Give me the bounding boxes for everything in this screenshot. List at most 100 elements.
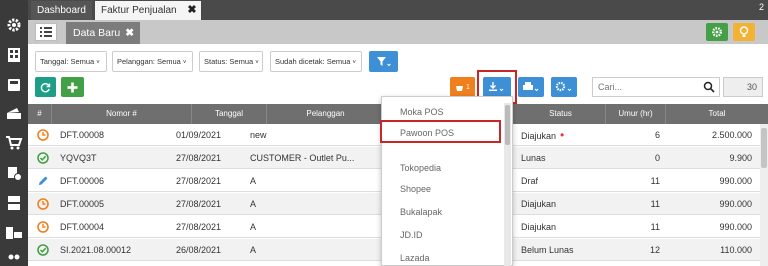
cell-status: Belum Lunas	[521, 245, 574, 255]
cell-total: 2.500.000	[711, 130, 752, 140]
filter-status-label: Status: Semua	[204, 57, 254, 66]
plus-icon	[67, 82, 78, 92]
cell-nomor: YQVQ3T	[60, 153, 97, 163]
filter-pelanggan[interactable]: Pelanggan: Semua ˅	[112, 51, 193, 72]
filter-status[interactable]: Status: Semua ˅	[199, 51, 263, 72]
col-pelanggan[interactable]: Pelanggan	[267, 104, 385, 124]
cell-nomor: SI.2021.08.00012	[60, 245, 132, 255]
gear-icon	[712, 27, 722, 37]
list-icon	[40, 27, 52, 37]
tab-dashboard[interactable]: Dashboard	[31, 1, 92, 20]
more-settings-button[interactable]	[551, 77, 577, 97]
printer-icon	[523, 82, 539, 92]
col-nomor[interactable]: Nomor #	[52, 104, 192, 124]
table-scrollbar[interactable]	[760, 124, 768, 266]
page-size-field[interactable]: 30	[723, 77, 763, 97]
cell-total: 110.000	[720, 245, 752, 255]
add-button[interactable]	[61, 77, 84, 97]
people-icon[interactable]	[3, 248, 25, 266]
filter-button[interactable]	[369, 51, 398, 72]
lightbulb-icon	[739, 26, 749, 37]
col-status[interactable]: Status	[516, 104, 606, 124]
cell-tanggal: 27/08/2021	[176, 222, 222, 232]
menu-scrollbar[interactable]	[504, 103, 511, 266]
list-view-button[interactable]	[35, 23, 57, 41]
cell-umur: 11	[650, 176, 660, 186]
col-total[interactable]: Total	[666, 104, 768, 124]
refresh-button[interactable]	[35, 77, 56, 97]
settings-gear-icon[interactable]	[3, 14, 25, 36]
server-icon[interactable]	[3, 192, 25, 214]
filter-sudah-dicetak-label: Sudah dicetak: Semua	[275, 57, 351, 66]
cell-tanggal: 27/08/2021	[176, 153, 222, 163]
cell-umur: 6	[654, 130, 660, 140]
cell-pelanggan: A	[250, 199, 257, 209]
col-umur[interactable]: Umur (hr)	[606, 104, 666, 124]
pencil-icon	[39, 176, 48, 185]
funnel-icon	[376, 56, 391, 66]
cell-umur: 12	[649, 245, 660, 255]
print-queue-button[interactable]: 1	[450, 77, 475, 97]
cell-tanggal: 27/08/2021	[176, 176, 222, 186]
cell-umur: 11	[650, 199, 660, 209]
tab-faktur-penjualan[interactable]: Faktur Penjualan	[95, 1, 183, 20]
left-sidebar	[0, 0, 28, 266]
filter-tanggal-label: Tanggal: Semua	[40, 57, 95, 66]
col-tanggal[interactable]: Tanggal	[192, 104, 267, 124]
table-scrollbar-thumb[interactable]	[761, 128, 767, 168]
refresh-icon	[40, 82, 51, 92]
topbar-counter[interactable]: 2	[759, 2, 764, 12]
cell-total: 9.900	[729, 153, 752, 163]
top-tab-bar: Dashboard Faktur Penjualan ✖ 2	[28, 0, 768, 20]
cell-pelanggan: A	[250, 222, 257, 232]
clock-icon	[37, 198, 49, 210]
cell-tanggal: 27/08/2021	[176, 199, 222, 209]
close-icon[interactable]: ✖	[125, 27, 134, 39]
settings-button[interactable]	[706, 23, 728, 41]
search-box	[592, 77, 720, 97]
chevron-down-icon: ˅	[182, 60, 187, 66]
cash-icon[interactable]	[3, 102, 25, 124]
menu-item-jdid[interactable]: JD.ID	[400, 230, 423, 240]
search-icon[interactable]	[703, 81, 715, 93]
menu-scrollbar-thumb[interactable]	[505, 105, 510, 145]
tips-button[interactable]	[733, 23, 755, 41]
cell-status: Diajukan	[521, 199, 557, 209]
status-text: Diajukan	[521, 131, 557, 141]
cell-tanggal: 01/09/2021	[176, 130, 222, 140]
cell-status: Diajukan	[521, 222, 557, 232]
filter-tanggal[interactable]: Tanggal: Semua ˅	[35, 51, 107, 72]
cell-total: 990.000	[719, 199, 752, 209]
menu-item-moka-pos[interactable]: Moka POS	[400, 107, 444, 117]
menu-item-lazada[interactable]: Lazada	[400, 253, 430, 263]
filter-sudah-dicetak[interactable]: Sudah dicetak: Semua ˅	[270, 51, 362, 72]
chevron-down-icon: ˅	[255, 60, 259, 66]
clock-icon	[37, 221, 49, 233]
col-flag[interactable]: #	[28, 104, 52, 124]
pawoon-highlight	[380, 120, 501, 143]
search-input[interactable]	[593, 78, 693, 96]
shopping-cart-icon[interactable]	[3, 132, 25, 154]
menu-item-shopee[interactable]: Shopee	[400, 184, 431, 194]
tab-close-icon[interactable]: ✖	[183, 1, 201, 20]
check-circle-icon	[37, 244, 49, 256]
cell-status: Diajukan •	[521, 124, 564, 146]
badge-count: 1	[466, 83, 470, 91]
cell-nomor: DFT.00006	[60, 176, 105, 186]
cell-nomor: DFT.00008	[60, 130, 105, 140]
cell-status: Lunas	[521, 153, 546, 163]
tab-data-baru[interactable]: Data Baru ✖	[66, 22, 141, 44]
cell-nomor: DFT.00005	[60, 199, 105, 209]
menu-item-tokopedia[interactable]: Tokopedia	[400, 163, 441, 173]
print-button[interactable]	[518, 77, 544, 97]
unread-dot: •	[560, 128, 565, 142]
building-icon[interactable]	[3, 44, 25, 66]
filter-pelanggan-label: Pelanggan: Semua	[117, 57, 181, 66]
box-add-icon[interactable]	[3, 162, 25, 184]
building-truck-icon[interactable]	[3, 222, 25, 244]
cell-total: 990.000	[719, 176, 752, 186]
chevron-down-icon: ˅	[96, 60, 100, 66]
menu-item-bukalapak[interactable]: Bukalapak	[400, 207, 442, 217]
basket-icon	[456, 85, 464, 91]
pos-register-icon[interactable]	[3, 74, 25, 96]
